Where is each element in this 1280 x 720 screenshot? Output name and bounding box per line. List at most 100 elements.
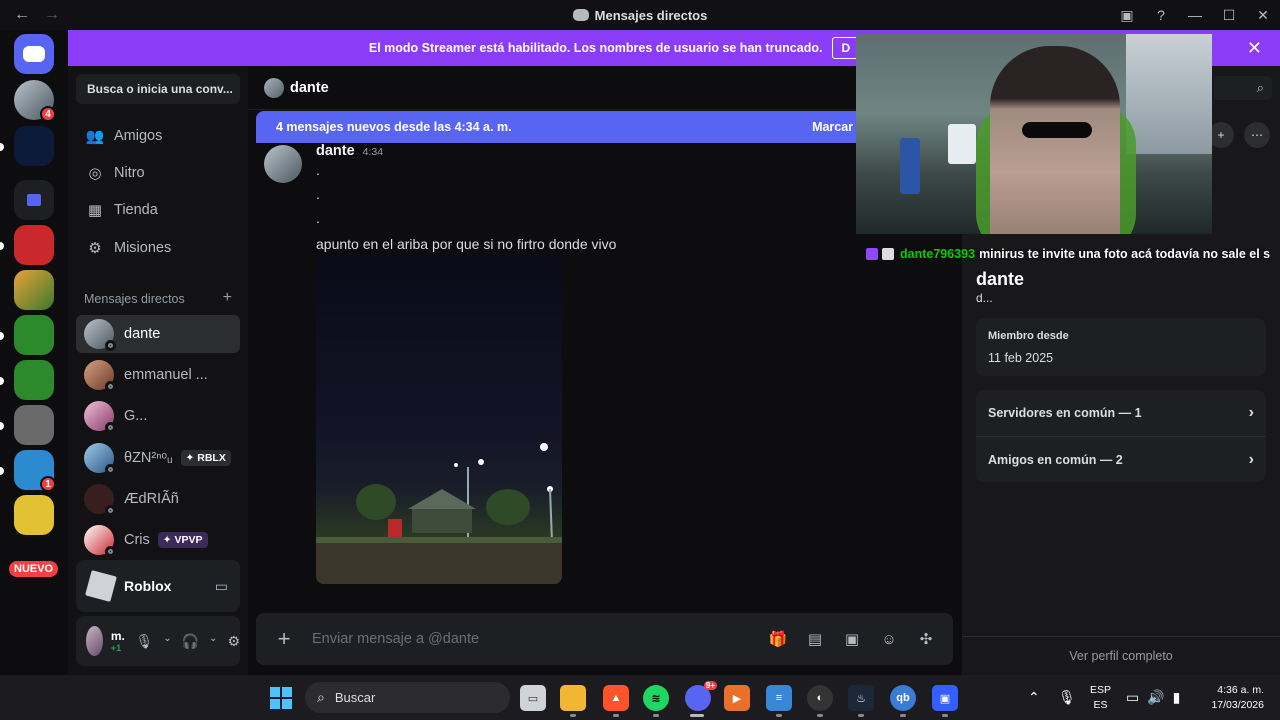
dm-item[interactable]: θZN²ⁿᵒᵤ ✦ RBLX [76, 439, 240, 477]
unread-badge: 4 [40, 106, 56, 122]
forward-arrow-icon[interactable]: → [44, 6, 60, 24]
notepad-icon[interactable]: ≡ [766, 685, 792, 711]
dm-item[interactable]: G... [76, 397, 240, 435]
mutuals-card: Servidores en común — 1 › Amigos en comú… [976, 390, 1266, 482]
chevron-down-icon[interactable]: ⌄ [209, 633, 217, 650]
close-window-button[interactable]: ✕ [1246, 0, 1280, 30]
dm-item[interactable]: ÆdRIÃñ [76, 480, 240, 518]
message-author[interactable]: dante [316, 143, 355, 159]
headphones-icon[interactable]: 🎧 [182, 633, 199, 650]
nav-nitro[interactable]: ◎ Nitro [76, 155, 240, 191]
message-line: apunto en el ariba por que si no firtro … [316, 236, 617, 252]
maximize-button[interactable]: ☐ [1212, 0, 1246, 30]
message-image[interactable] [316, 257, 562, 584]
brave-browser-icon[interactable]: ▲ [603, 685, 629, 711]
mutual-friends-row[interactable]: Amigos en común — 2 › [976, 436, 1266, 482]
taskbar-search[interactable]: ⌕ Buscar [305, 682, 510, 713]
emoji-icon[interactable]: ☺ [879, 631, 899, 648]
message-input[interactable]: Enviar mensaje a @dante [312, 631, 768, 647]
screen-share-icon[interactable]: ▭ [215, 578, 228, 595]
gift-icon[interactable]: 🎁 [768, 630, 788, 648]
plus-icon[interactable]: + [223, 290, 232, 306]
roblox-taskbar-icon[interactable]: ▣ [932, 685, 958, 711]
game-activity[interactable]: Roblox ▭ [76, 560, 240, 612]
dm-name: θZN²ⁿᵒᵤ [124, 450, 173, 466]
language-indicator[interactable]: ESP ES [1090, 683, 1111, 713]
folder-icon[interactable] [14, 180, 54, 220]
clock[interactable]: 4:36 a. m. 17/03/2026 [1211, 683, 1264, 713]
server-icon-8[interactable] [14, 495, 54, 535]
chevron-down-icon[interactable]: ⌄ [163, 633, 171, 650]
file-explorer-icon[interactable] [560, 685, 586, 711]
server-pill [0, 242, 4, 250]
discord-icon [23, 46, 45, 62]
avatar[interactable] [264, 77, 284, 98]
gif-icon[interactable]: ▤ [805, 630, 825, 648]
tray-overflow-icon[interactable]: ⌃ [1028, 675, 1040, 720]
sticker-icon[interactable]: ▣ [842, 630, 862, 648]
dm-item[interactable]: dante [76, 315, 240, 353]
chevron-right-icon: › [1248, 450, 1254, 468]
nitro-icon: ◎ [88, 165, 102, 182]
minimize-button[interactable]: — [1178, 0, 1212, 30]
steam-icon[interactable]: ♨ [848, 685, 874, 711]
microphone-icon[interactable]: 🎙 [135, 633, 153, 650]
user-panel: m...+1 🎙 ⌄ 🎧 ⌄ ⚙ [76, 616, 240, 666]
game-name: Roblox [124, 578, 172, 594]
microphone-tray-icon[interactable]: 🎙 [1058, 675, 1076, 720]
nav-friends[interactable]: 👥 Amigos [76, 118, 240, 154]
close-icon[interactable]: ✕ [1247, 38, 1262, 59]
apps-icon[interactable]: ✣ [916, 630, 936, 648]
windows-start-icon[interactable] [268, 685, 294, 711]
back-arrow-icon[interactable]: ← [14, 6, 30, 24]
inbox-icon[interactable]: ▣ [1110, 0, 1144, 30]
taskbar-search-label: Buscar [334, 690, 376, 705]
home-button[interactable] [14, 34, 54, 74]
shop-icon: ▦ [87, 202, 103, 219]
help-icon[interactable]: ? [1144, 0, 1178, 30]
dm-avatar-unread[interactable]: 4 [14, 80, 56, 122]
plus-icon[interactable]: + [274, 628, 294, 650]
battery-icon: ▮ [1172, 689, 1181, 705]
nav-shop[interactable]: ▦ Tienda [76, 192, 240, 228]
settings-gear-icon[interactable]: ⚙ [227, 633, 240, 650]
unread-badge: 1 [40, 476, 56, 492]
server-icon-1[interactable] [14, 126, 54, 166]
dm-item[interactable]: Cris ✦ VPVP [76, 521, 240, 559]
system-tray[interactable]: ▭ 🔊 ▮ [1126, 675, 1180, 720]
qbittorrent-icon[interactable]: qb [890, 685, 916, 711]
discord-badge: 9+ [703, 681, 717, 690]
search-icon[interactable]: ⌕ [1214, 76, 1272, 100]
server-icon-7[interactable]: 1 [14, 450, 56, 492]
member-since-card: Miembro desde 11 feb 2025 [976, 318, 1266, 376]
task-view-icon[interactable]: ▭ [520, 685, 546, 711]
server-icon-2[interactable] [14, 225, 54, 265]
new-messages-text: 4 mensajes nuevos desde las 4:34 a. m. [276, 120, 512, 134]
mutual-servers-row[interactable]: Servidores en común — 1 › [976, 390, 1266, 436]
view-full-profile-link[interactable]: Ver perfil completo [962, 636, 1280, 675]
server-icon-6[interactable] [14, 405, 54, 445]
night-street-photo [316, 443, 562, 584]
message-avatar[interactable] [264, 145, 302, 183]
guild-tag: ✦ VPVP [157, 532, 208, 548]
dm-item[interactable]: emmanuel ... [76, 356, 240, 394]
member-since-value: 11 feb 2025 [988, 351, 1054, 365]
bottle [900, 138, 920, 194]
obs-icon[interactable]: ◐ [807, 685, 833, 711]
spotify-icon[interactable]: ≋ [643, 685, 669, 711]
media-player-icon[interactable]: ▶ [724, 685, 750, 711]
avatar[interactable] [86, 626, 103, 656]
more-options-icon[interactable]: ⋯ [1244, 122, 1270, 148]
server-icon-4[interactable] [14, 315, 54, 355]
new-messages-bar[interactable]: 4 mensajes nuevos desde las 4:34 a. m. M… [256, 111, 896, 143]
search-input[interactable]: Busca o inicia una conv... [76, 74, 240, 104]
server-icon-3[interactable] [14, 270, 54, 310]
chat-header: dante [248, 66, 962, 110]
server-icon-5[interactable] [14, 360, 54, 400]
nav-quests[interactable]: ⚙ Misiones [76, 230, 240, 266]
stream-chat-user: dante796393 [900, 247, 976, 261]
discord-taskbar-icon[interactable]: 9+ [685, 681, 717, 711]
volume-icon: 🔊 [1147, 689, 1165, 705]
user-name[interactable]: m...+1 [111, 629, 126, 653]
message-composer: + Enviar mensaje a @dante 🎁 ▤ ▣ ☺ ✣ [256, 613, 953, 665]
